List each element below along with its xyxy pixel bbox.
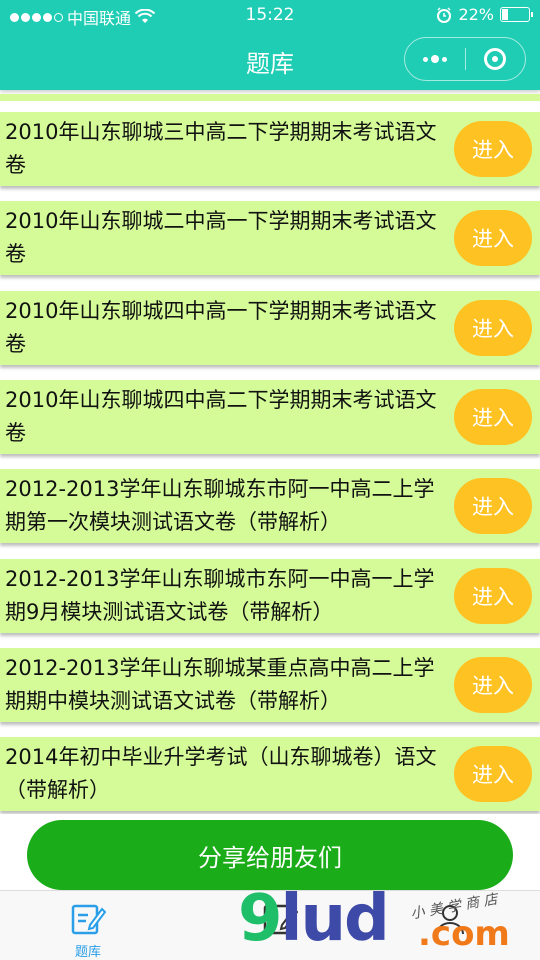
header: 中国联通 15:22 22% 题库	[0, 0, 540, 90]
battery-icon	[500, 7, 533, 22]
status-bar: 中国联通 15:22 22%	[0, 0, 540, 30]
enter-button[interactable]: 进入	[454, 657, 532, 713]
list-item-partial	[0, 94, 540, 101]
watermark: 9lud 小 美 学 商 店 .com	[238, 882, 538, 960]
list-item-title: 2010年山东聊城三中高二下学期期末考试语文卷	[5, 120, 437, 177]
edit-document-icon	[71, 904, 106, 935]
close-button[interactable]	[465, 38, 525, 80]
list-item-title: 2010年山东聊城四中高一下学期期末考试语文卷	[5, 299, 437, 356]
battery-percent: 22%	[458, 5, 494, 24]
mini-program-capsule	[404, 37, 526, 81]
watermark-domain: .com	[418, 914, 510, 954]
list-item: 2010年山东聊城二中高一下学期期末考试语文卷 进入	[0, 201, 540, 275]
list-item-title: 2012-2013学年山东聊城市东阿一中高一上学期9月模块测试语文试卷（带解析）	[5, 567, 435, 624]
list-item-title: 2010年山东聊城四中高二下学期期末考试语文卷	[5, 388, 437, 445]
tab-question-bank-label: 题库	[74, 945, 101, 960]
close-ring-icon	[484, 48, 507, 70]
watermark-logo: 9lud	[238, 882, 390, 956]
list-item-title: 2014年初中毕业升学考试（山东聊城卷）语文（带解析）	[5, 745, 437, 802]
list-item: 2010年山东聊城四中高一下学期期末考试语文卷 进入	[0, 291, 540, 365]
list-item-title: 2012-2013学年山东聊城某重点高中高二上学期期中模块测试语文试卷（带解析）	[5, 656, 435, 713]
list-item: 2010年山东聊城四中高二下学期期末考试语文卷 进入	[0, 380, 540, 454]
enter-button[interactable]: 进入	[454, 121, 532, 177]
enter-button[interactable]: 进入	[454, 568, 532, 624]
page: 中国联通 15:22 22% 题库 2010年山东聊城三中高二下学期期末考试语文…	[0, 0, 540, 960]
list-item-title: 2012-2013学年山东聊城东市阿一中高二上学期第一次模块测试语文卷（带解析）	[5, 477, 435, 534]
enter-button[interactable]: 进入	[454, 746, 532, 802]
list-item: 2010年山东聊城三中高二下学期期末考试语文卷 进入	[0, 112, 540, 186]
share-button[interactable]: 分享给朋友们	[27, 820, 513, 890]
more-dots-icon	[422, 55, 447, 63]
list-item: 2012-2013学年山东聊城某重点高中高二上学期期中模块测试语文试卷（带解析）…	[0, 648, 540, 722]
exam-list[interactable]: 2010年山东聊城三中高二下学期期末考试语文卷 进入 2010年山东聊城二中高一下学…	[0, 94, 540, 814]
enter-button[interactable]: 进入	[454, 478, 532, 534]
more-button[interactable]	[405, 38, 465, 80]
alarm-clock-icon	[437, 6, 452, 23]
enter-button[interactable]: 进入	[454, 210, 532, 266]
list-item-title: 2010年山东聊城二中高一下学期期末考试语文卷	[5, 209, 437, 266]
list-item: 2012-2013学年山东聊城市东阿一中高一上学期9月模块测试语文试卷（带解析）…	[0, 559, 540, 633]
status-right: 22%	[436, 5, 533, 24]
enter-button[interactable]: 进入	[454, 389, 532, 445]
battery-fill	[502, 9, 509, 20]
enter-button[interactable]: 进入	[454, 300, 532, 356]
tab-question-bank[interactable]: 题库	[38, 891, 138, 960]
list-item: 2014年初中毕业升学考试（山东聊城卷）语文（带解析） 进入	[0, 737, 540, 811]
list-item: 2012-2013学年山东聊城东市阿一中高二上学期第一次模块测试语文卷（带解析）…	[0, 469, 540, 543]
